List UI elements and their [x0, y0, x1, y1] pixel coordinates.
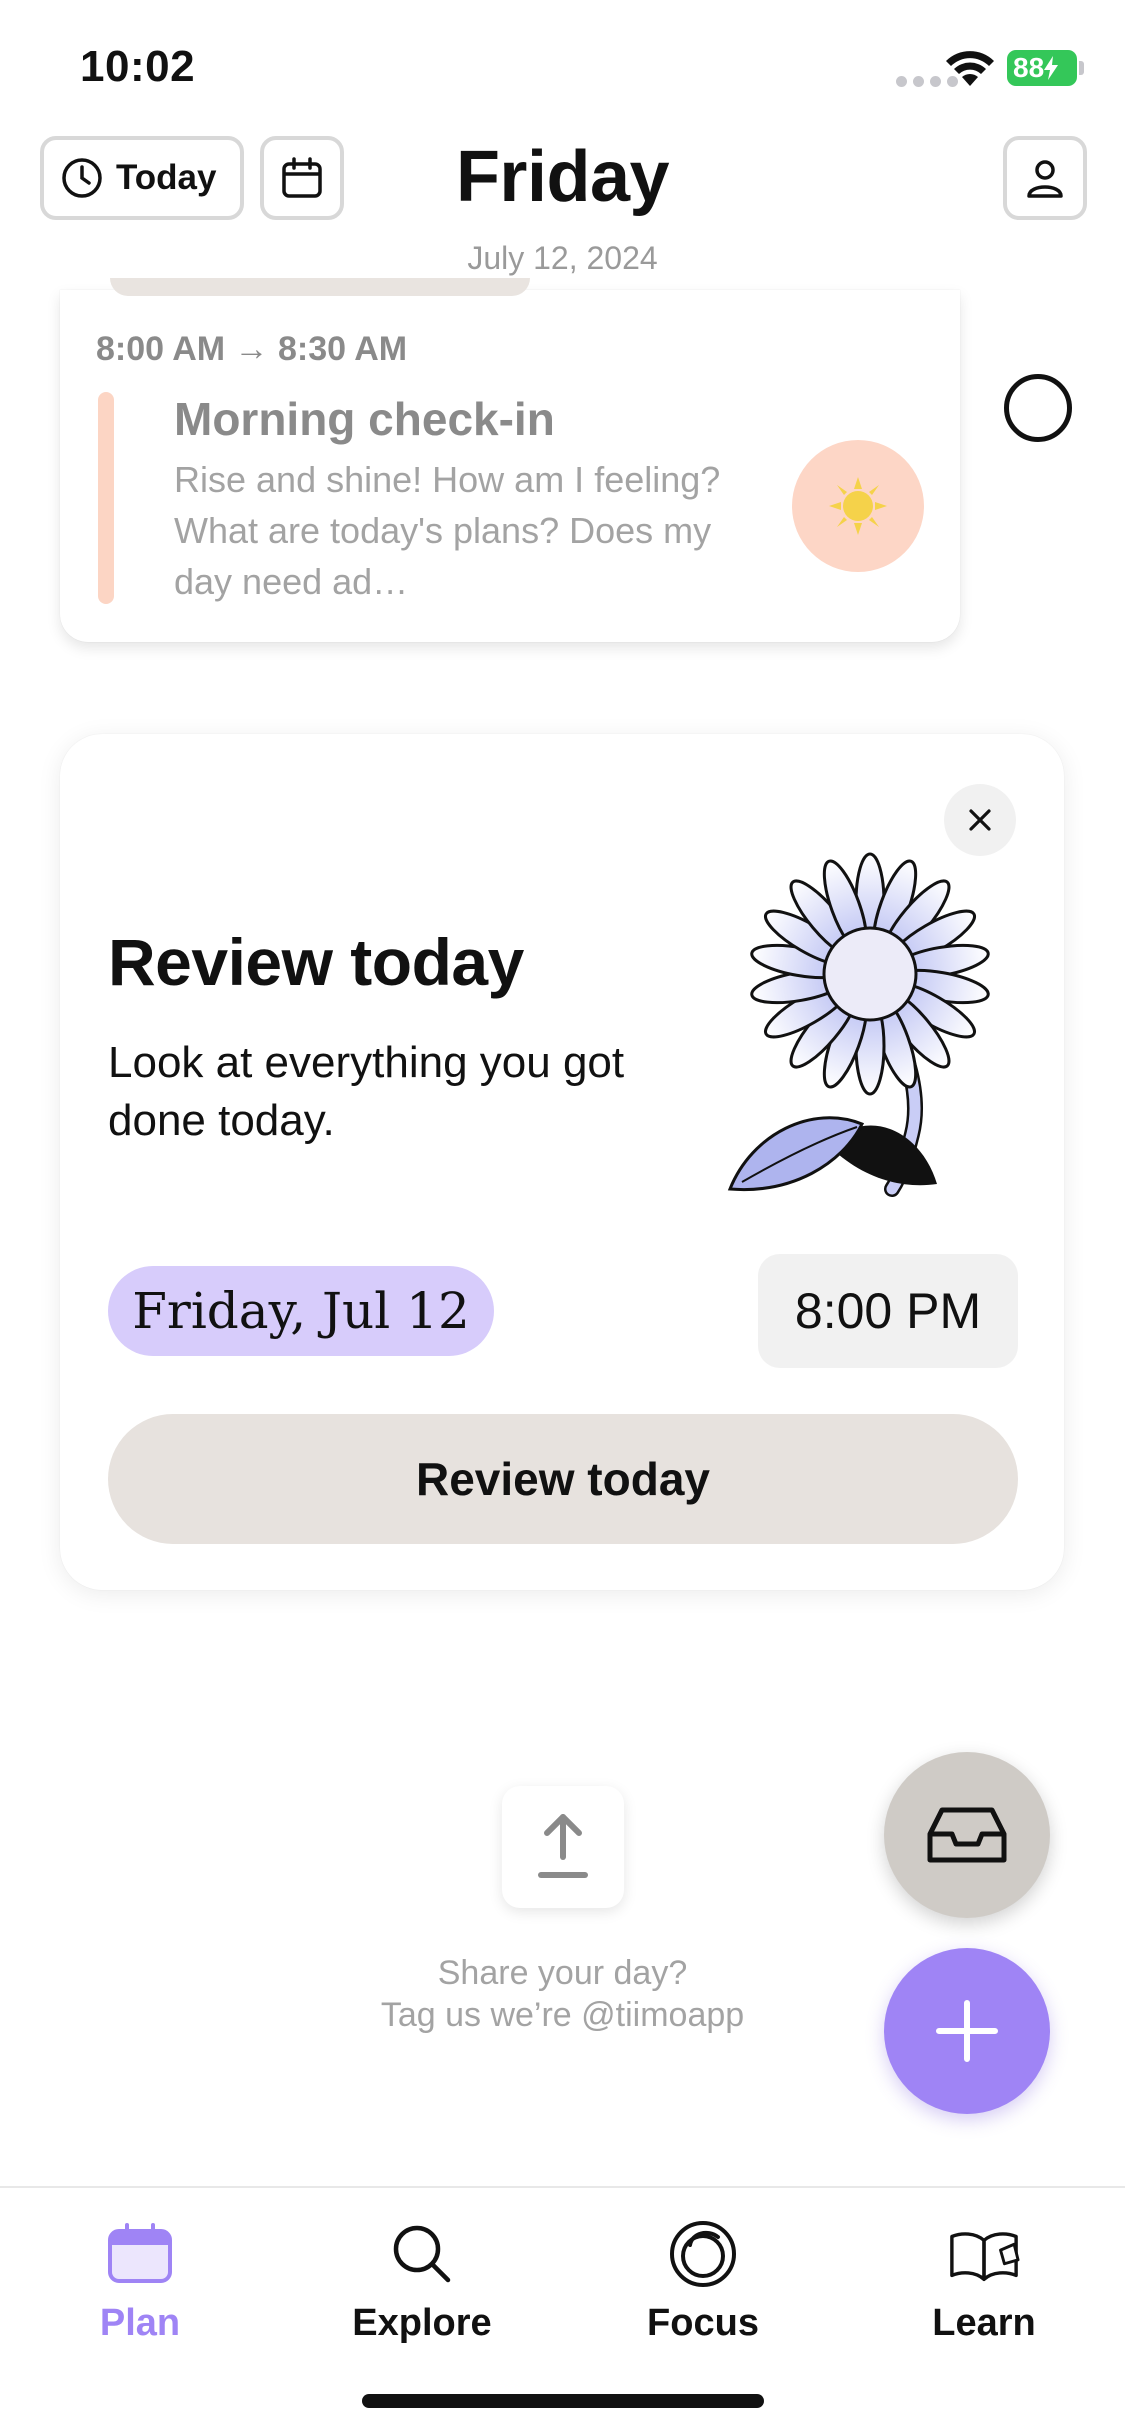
book-icon [948, 2218, 1020, 2290]
tab-label: Learn [932, 2302, 1036, 2344]
task-time: 8:00 AM → 8:30 AM [96, 330, 408, 368]
close-icon [969, 809, 991, 831]
user-icon [1027, 160, 1063, 198]
header: Today Friday July 12, 2024 [0, 130, 1125, 290]
status-bar: 10:02 88 [0, 0, 1125, 130]
review-today-button[interactable]: Review today [108, 1414, 1018, 1544]
share-button[interactable] [502, 1786, 624, 1908]
tab-explore[interactable]: Explore [322, 2218, 522, 2348]
inbox-icon [927, 1807, 1007, 1863]
search-icon [386, 2218, 458, 2290]
tab-focus[interactable]: Focus [603, 2218, 803, 2348]
inbox-button[interactable] [884, 1752, 1050, 1918]
review-card-description: Look at everything you got done today. [108, 1038, 625, 1145]
plus-icon [936, 2000, 998, 2062]
charging-icon [1044, 56, 1059, 80]
home-indicator[interactable] [362, 2394, 764, 2408]
tab-label: Explore [352, 2302, 492, 2344]
tab-label: Plan [99, 2302, 181, 2344]
flower-illustration [727, 852, 990, 1197]
calendar-icon [104, 2218, 176, 2290]
battery-level: 88 [1013, 52, 1045, 83]
review-card-title: Review today [108, 925, 524, 999]
previous-card-edge [110, 278, 530, 296]
battery-indicator: 88 [1007, 50, 1084, 86]
tab-learn[interactable]: Learn [884, 2218, 1084, 2348]
tab-plan[interactable]: Plan [40, 2218, 240, 2348]
task-complete-checkbox[interactable] [1004, 374, 1072, 442]
sun-icon [792, 440, 924, 572]
wifi-icon [946, 51, 994, 86]
status-time: 10:02 [80, 42, 196, 91]
task-card[interactable]: 8:00 AM → 8:30 AM Morning check-in Rise … [60, 278, 960, 642]
share-icon [538, 1814, 588, 1878]
task-color-bar [98, 392, 114, 604]
add-button[interactable] [884, 1948, 1050, 2114]
page-title: Friday [455, 137, 670, 217]
focus-icon [667, 2218, 739, 2290]
task-title: Morning check-in [174, 393, 555, 445]
tab-label: Focus [647, 2302, 759, 2344]
time-selector[interactable]: 8:00 PM [758, 1254, 1018, 1368]
review-today-card: Review today Look at everything you got … [60, 734, 1064, 1590]
task-description: Rise and shine! How am I feeling? What a… [174, 459, 721, 602]
page-date: July 12, 2024 [467, 240, 658, 276]
date-pill[interactable]: Friday, Jul 12 [108, 1266, 494, 1356]
profile-button[interactable] [1003, 136, 1087, 220]
